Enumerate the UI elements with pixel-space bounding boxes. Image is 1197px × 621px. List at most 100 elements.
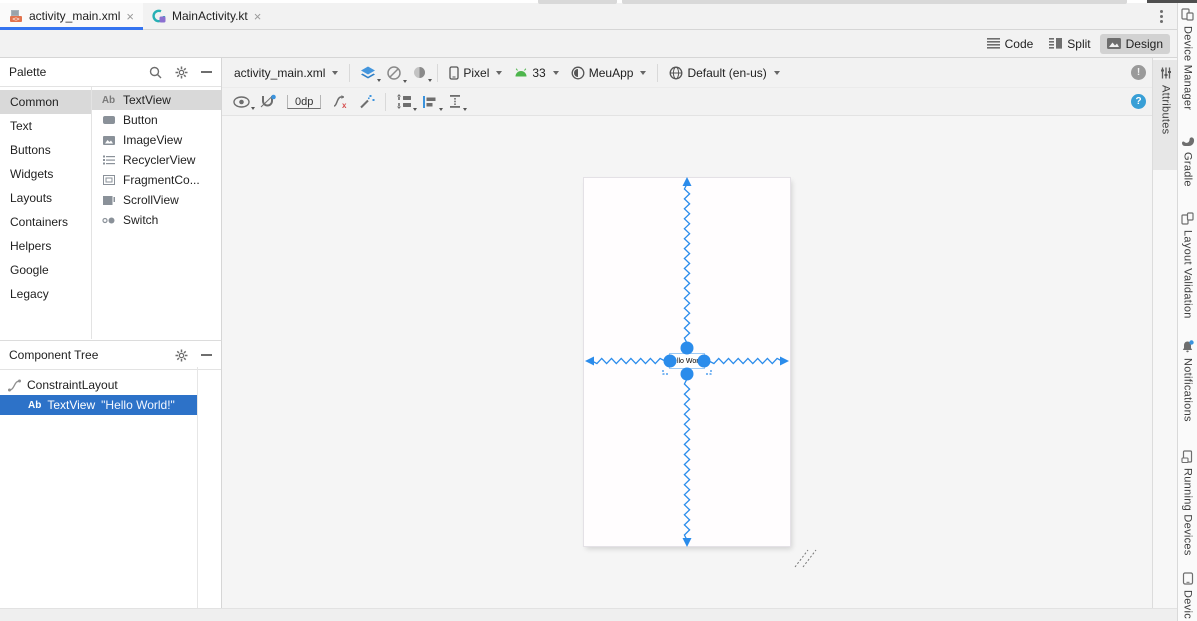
palette-item-textview[interactable]: Ab TextView	[92, 90, 221, 110]
api-level-selector[interactable]: 33	[508, 66, 564, 80]
palette-body: Common Text Buttons Widgets Layouts Cont…	[0, 87, 221, 339]
issues-panel-icon[interactable]: !	[1131, 65, 1146, 80]
palette-header: Palette	[0, 58, 221, 87]
clear-constraints-button[interactable]: x	[327, 92, 354, 111]
split-mode-icon	[1049, 38, 1062, 49]
align-button[interactable]	[417, 93, 443, 111]
magic-wand-icon	[359, 94, 375, 109]
palette-item-button[interactable]: Button	[92, 110, 221, 130]
palette-item-imageview[interactable]: ImageView	[92, 130, 221, 150]
tool-window-layout-validation[interactable]: Layout Validation	[1178, 212, 1197, 319]
button-icon	[101, 116, 116, 124]
attributes-tab[interactable]: Attributes	[1153, 60, 1178, 170]
chevron-down-icon	[428, 79, 432, 82]
palette-category-layouts[interactable]: Layouts	[0, 186, 91, 210]
pack-button[interactable]	[391, 92, 417, 111]
cropped-window-fragment	[1147, 0, 1197, 3]
android-icon	[514, 68, 528, 77]
eye-icon	[233, 96, 250, 108]
layout-file-selector[interactable]: activity_main.xml	[228, 66, 344, 80]
device-name: Pixel	[463, 66, 489, 80]
palette-category-widgets[interactable]: Widgets	[0, 162, 91, 186]
gear-icon[interactable]	[175, 349, 188, 362]
close-icon[interactable]: ×	[254, 10, 262, 23]
chevron-down-icon	[553, 71, 559, 75]
palette-category-common[interactable]: Common	[0, 90, 91, 114]
code-mode-button[interactable]: Code	[980, 34, 1041, 54]
tool-window-device-explorer[interactable]: Devic	[1178, 572, 1197, 619]
palette-category-google[interactable]: Google	[0, 258, 91, 282]
view-options-button[interactable]	[228, 94, 255, 110]
default-margin-value: 0dp	[287, 95, 321, 109]
infer-constraints-button[interactable]	[354, 92, 380, 111]
chevron-down-icon	[463, 108, 467, 111]
right-tool-window-bar: Device Manager Gradle Layout Validation …	[1177, 0, 1197, 621]
design-mode-button[interactable]: Design	[1100, 34, 1170, 54]
distribute-vertical-icon	[448, 94, 462, 109]
toolbar-separator	[349, 64, 350, 82]
close-icon[interactable]: ×	[126, 10, 134, 23]
constraintlayout-icon	[8, 379, 21, 392]
tab-label: MainActivity.kt	[172, 9, 248, 23]
palette-item-scrollview[interactable]: ScrollView	[92, 190, 221, 210]
palette-category-helpers[interactable]: Helpers	[0, 234, 91, 258]
palette-item-switch[interactable]: Switch	[92, 210, 221, 230]
scrollview-icon	[101, 196, 116, 205]
toolbar-separator	[437, 64, 438, 82]
default-margin-selector[interactable]: 0dp	[281, 95, 327, 109]
tab-mainactivity-kt[interactable]: MainActivity.kt ×	[143, 3, 270, 29]
search-icon[interactable]	[149, 66, 162, 79]
tree-row-constraintlayout[interactable]: ConstraintLayout	[0, 375, 197, 395]
layout-validation-icon	[1181, 212, 1194, 225]
bell-icon	[1181, 340, 1194, 353]
tab-activity-main-xml[interactable]: <> activity_main.xml ×	[0, 3, 143, 29]
code-mode-label: Code	[1005, 37, 1034, 51]
locale-selector[interactable]: Default (en-us)	[663, 66, 785, 80]
split-mode-label: Split	[1067, 37, 1090, 51]
palette-category-containers[interactable]: Containers	[0, 210, 91, 234]
minimize-icon[interactable]	[201, 71, 212, 73]
palette-items: Ab TextView Button ImageView	[92, 87, 221, 339]
toolbar-separator	[385, 93, 386, 111]
design-surface[interactable]: Hello World!	[222, 116, 1152, 608]
palette-category-buttons[interactable]: Buttons	[0, 138, 91, 162]
tool-window-device-manager[interactable]: Device Manager	[1178, 8, 1197, 110]
expand-vertical-button[interactable]	[443, 92, 467, 111]
attributes-strip: Attributes	[1152, 58, 1177, 608]
palette-category-text[interactable]: Text	[0, 114, 91, 138]
tool-window-notifications[interactable]: Notifications	[1178, 340, 1197, 422]
minimize-icon[interactable]	[201, 354, 212, 356]
magnet-icon	[260, 94, 276, 109]
theme-selector[interactable]: MeuApp	[565, 66, 653, 80]
tab-label: activity_main.xml	[29, 9, 120, 23]
help-icon[interactable]: ?	[1131, 94, 1146, 109]
tool-window-gradle[interactable]: Gradle	[1178, 136, 1197, 187]
autoconnect-button[interactable]	[255, 92, 281, 111]
tree-row-textview[interactable]: Ab TextView "Hello World!"	[0, 395, 197, 415]
device-selector[interactable]: Pixel	[443, 66, 508, 80]
night-mode-button[interactable]	[407, 63, 432, 82]
svg-text:<>: <>	[12, 16, 20, 23]
layers-icon	[360, 66, 376, 80]
imageview-icon	[101, 136, 116, 145]
theme-icon	[571, 66, 585, 80]
design-mode-label: Design	[1126, 37, 1163, 51]
kotlin-file-icon	[152, 9, 166, 23]
editor-mode-bar: Code Split Design	[0, 30, 1177, 58]
selected-textview-widget[interactable]: Hello World!	[669, 353, 705, 369]
editor-tab-bar: <> activity_main.xml × MainActivity.kt ×	[0, 3, 1177, 30]
status-strip	[0, 608, 1177, 621]
palette-item-recyclerview[interactable]: RecyclerView	[92, 150, 221, 170]
palette-category-legacy[interactable]: Legacy	[0, 282, 91, 306]
code-mode-icon	[987, 38, 1000, 49]
gear-icon[interactable]	[175, 66, 188, 79]
tool-window-running-devices[interactable]: Running Devices	[1178, 450, 1197, 556]
design-surface-mode-button[interactable]	[355, 64, 381, 82]
design-toolbar: activity_main.xml	[222, 58, 1152, 88]
split-mode-button[interactable]: Split	[1042, 34, 1097, 54]
palette-item-fragmentcontainerview[interactable]: FragmentCo...	[92, 170, 221, 190]
toolbar-separator	[657, 64, 658, 82]
frame-resize-handle[interactable]	[795, 550, 816, 567]
orientation-button[interactable]	[381, 63, 407, 83]
tab-options-kebab-icon[interactable]	[1160, 10, 1163, 23]
